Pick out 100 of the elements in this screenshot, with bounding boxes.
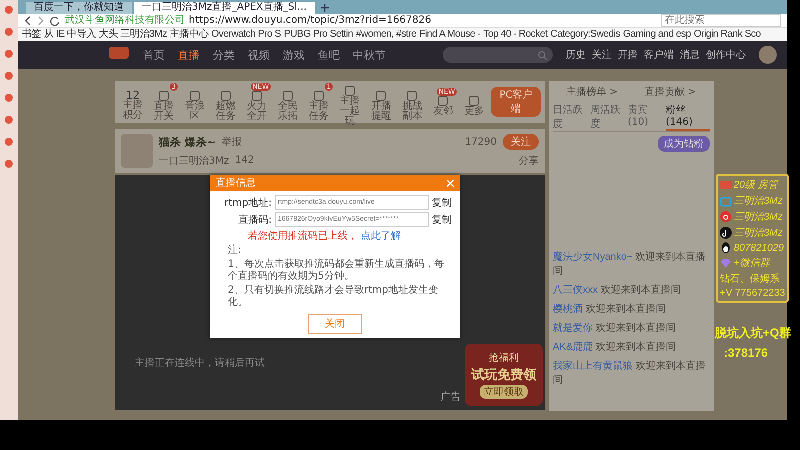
ranking-link[interactable]: 直播贡献 >: [644, 85, 697, 99]
bookmark[interactable]: 书签: [22, 28, 42, 41]
chat-message: 我家山上有黄鼠狼 欢迎来到本直播间: [553, 360, 707, 387]
user-link[interactable]: 关注: [592, 48, 612, 62]
toolbar-item[interactable]: 开播提醒: [367, 82, 396, 122]
rounded-square-icon: [344, 84, 356, 96]
level-badge-icon: [720, 180, 732, 190]
sidebar-app-icon[interactable]: [5, 28, 13, 36]
bookmark[interactable]: Top 40 - Rocket: [484, 28, 548, 41]
bookmark[interactable]: #women, #stre: [356, 28, 417, 41]
note-text: 1、每次点击获取推流码都会重新生成直播码，每个直播码的有效期为5分钟。: [227, 259, 446, 283]
rounded-square-icon: [437, 94, 450, 106]
rounded-square-icon: [375, 90, 388, 102]
rounded-square-icon: [220, 90, 232, 102]
bookmark[interactable]: Find A Mouse -: [420, 28, 481, 41]
points-label: 主播积分: [122, 100, 144, 120]
ad-label: 广告: [441, 390, 461, 404]
bookmark[interactable]: 大头 三明治3Mz: [99, 28, 168, 41]
overlay-text: 钻石、保姆系: [720, 272, 780, 286]
rounded-square-icon: [406, 90, 418, 102]
search-icon[interactable]: [538, 50, 547, 60]
site-search-field[interactable]: [443, 47, 553, 63]
copy-link[interactable]: 复制: [432, 212, 452, 226]
sidebar-app-icon[interactable]: [5, 94, 13, 102]
browser-tab[interactable]: 百度一下，你就知道: [26, 2, 132, 14]
forward-icon[interactable]: [37, 16, 45, 26]
field-label: rtmp地址:: [224, 196, 272, 210]
nav-item[interactable]: 直播: [178, 48, 200, 62]
nav-item[interactable]: 分类: [213, 48, 235, 62]
ranking-link[interactable]: 主播榜单 >: [566, 85, 618, 99]
avatar-icon: [121, 134, 153, 168]
rounded-square-icon: [468, 94, 480, 106]
rounded-square-icon: [189, 90, 202, 102]
overlay-text: 807821029: [734, 242, 784, 254]
close-button[interactable]: 关闭: [308, 314, 362, 334]
ad-banner[interactable]: 抢福利 试玩免费领 立即领取: [465, 344, 543, 406]
music-note-icon: [720, 227, 732, 239]
chat-message: AK&鹿鹿 欢迎来到本直播间: [553, 340, 677, 354]
overlay-text: 20级 房管: [734, 178, 778, 192]
nav-item[interactable]: 鱼吧: [318, 48, 340, 62]
toolbar-item[interactable]: 更多: [460, 88, 488, 116]
copy-link[interactable]: 复制: [432, 196, 452, 210]
field-label: 直播码:: [238, 214, 272, 226]
chat-tab[interactable]: 粉丝(146): [666, 103, 710, 131]
sidebar-app-icon[interactable]: [5, 116, 13, 124]
sidebar-app-icon[interactable]: [5, 72, 13, 80]
user-link[interactable]: 消息: [680, 48, 700, 62]
toolbar-item[interactable]: 主播一起玩: [336, 78, 364, 126]
overlay-text: +V 775672233: [720, 288, 786, 299]
note-text: 注:: [227, 245, 242, 257]
room-name: 一口三明治3Mz: [159, 154, 230, 168]
bookmark[interactable]: Gaming and esp: [623, 28, 692, 41]
rounded-square-icon: [158, 90, 170, 102]
follow-button[interactable]: 关注: [503, 134, 539, 150]
toolbar-item[interactable]: 全民乐拓: [274, 82, 302, 122]
close-icon[interactable]: [447, 180, 454, 186]
rounded-square-icon: [313, 90, 326, 102]
toolbar-item[interactable]: 挑战副本: [398, 82, 426, 122]
nav-item[interactable]: 中秋节: [353, 48, 386, 62]
sidebar-app-icon[interactable]: [5, 138, 13, 146]
share-link[interactable]: 分享: [519, 154, 539, 168]
chat-message: 樱桃酒 欢迎来到本直播间: [553, 302, 667, 316]
bookmark[interactable]: PUBG Pro Settin: [284, 28, 354, 41]
avatar-icon[interactable]: [759, 46, 777, 64]
nav-item[interactable]: 首页: [143, 48, 165, 62]
tv-icon: [720, 196, 732, 206]
address-bar[interactable]: 武汉斗鱼网络科技有限公司 https://www.douyu.com/topic/3mz?rid=1667826: [65, 14, 656, 26]
heat-count: 142: [235, 155, 254, 166]
overlay-text: +微信群: [734, 257, 770, 270]
chat-tab[interactable]: 日活跃度: [553, 103, 591, 131]
bookmark[interactable]: Origin Rank Sco: [694, 28, 761, 41]
nav-item[interactable]: 视频: [248, 48, 270, 62]
nav-item[interactable]: 游戏: [283, 48, 305, 62]
user-link[interactable]: 历史: [566, 48, 586, 62]
music-icon: [720, 211, 732, 223]
toolbar-item[interactable]: 超燃任务: [212, 82, 240, 122]
bookmark[interactable]: Overwatch Pro S: [212, 28, 282, 41]
report-link[interactable]: 举报: [222, 135, 242, 149]
follower-count: 17290: [465, 136, 497, 148]
sidebar-app-icon[interactable]: [5, 160, 13, 168]
pc-client-button[interactable]: PC客户端: [491, 87, 541, 117]
toolbar-item[interactable]: 音浪区: [181, 82, 210, 122]
overlay-text: 三明治3Mz: [734, 211, 783, 224]
bookmark[interactable]: 主播中心: [170, 28, 208, 41]
chat-tab[interactable]: 贵宾(10): [628, 103, 666, 131]
learn-more-link[interactable]: 点此了解: [361, 229, 401, 243]
back-icon[interactable]: [24, 16, 32, 26]
bookmark[interactable]: Category:Swedis: [550, 28, 620, 41]
refresh-icon[interactable]: [50, 16, 60, 26]
sidebar-app-icon[interactable]: [5, 6, 13, 14]
user-link[interactable]: 创作中心: [706, 48, 746, 62]
bookmark[interactable]: 从 IE 中导入: [44, 28, 96, 41]
fan-button[interactable]: 成为钻粉: [658, 136, 710, 152]
user-link[interactable]: 客户端: [644, 48, 674, 62]
sidebar-app-icon[interactable]: [5, 50, 13, 58]
user-link[interactable]: 开播: [618, 48, 638, 62]
chat-tab[interactable]: 周活跃度: [590, 103, 628, 131]
search-field[interactable]: 在此搜索: [661, 14, 781, 27]
gem-icon: [720, 258, 732, 268]
browser-tab[interactable]: 一口三明治3Mz直播_APEX直播_Sl...: [134, 2, 315, 14]
